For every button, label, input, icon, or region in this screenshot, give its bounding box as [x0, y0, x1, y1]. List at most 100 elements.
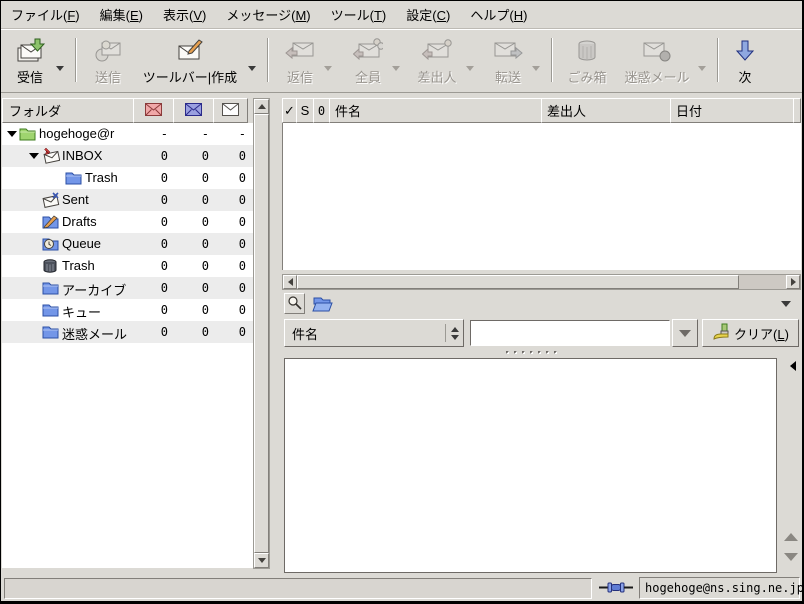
folder-row-inbox-trash[interactable]: Trash 0 0 0 [2, 167, 253, 189]
folder-row-queue2[interactable]: キュー 0 0 0 [2, 299, 253, 321]
date-column-header[interactable]: 日付 [670, 98, 794, 123]
compose-label: ツールバー|作成 [142, 70, 238, 85]
folder-column-header[interactable]: フォルダ [2, 98, 134, 123]
reply-button[interactable]: 返信 [279, 30, 321, 92]
new-count: 0 [160, 149, 168, 163]
next-button[interactable]: 次 [729, 30, 761, 92]
from-column-header[interactable]: 差出人 [541, 98, 671, 123]
receive-button[interactable]: 受信 [7, 30, 53, 92]
scrollbar-thumb[interactable] [254, 114, 269, 553]
folder-row-inbox[interactable]: INBOX 0 0 0 [2, 145, 253, 167]
new-count: 0 [160, 237, 168, 251]
reply-dropdown-arrow[interactable] [321, 30, 335, 92]
menu-message[interactable]: メッセージ(M) [216, 1, 320, 28]
search-field-value: 件名 [292, 326, 319, 342]
message-list-hscrollbar[interactable] [282, 274, 801, 290]
folder-row-sent[interactable]: Sent 0 0 0 [2, 189, 253, 211]
reply-label: 返信 [286, 70, 313, 85]
menu-tools[interactable]: ツール(T) [321, 1, 397, 28]
folder-row-archive[interactable]: アーカイブ 0 0 0 [2, 277, 253, 299]
menu-configuration[interactable]: 設定(C) [396, 1, 460, 28]
send-mail-icon [94, 37, 122, 65]
junk-dropdown-arrow[interactable] [695, 30, 709, 92]
menu-file[interactable]: ファイル(F) [1, 1, 90, 28]
total-envelope-icon [222, 102, 239, 119]
compose-dropdown-arrow[interactable] [245, 30, 259, 92]
message-view[interactable] [284, 358, 777, 573]
search-button[interactable] [284, 293, 305, 314]
reply-sender-dropdown-arrow[interactable] [463, 30, 477, 92]
compose-button[interactable]: ツールバー|作成 [135, 30, 245, 92]
clear-button[interactable]: クリア(L) [702, 319, 799, 347]
new-count: 0 [160, 193, 168, 207]
forward-button[interactable]: 転送 [487, 30, 529, 92]
trash-button[interactable]: ごみ箱 [563, 30, 611, 92]
unread-count: 0 [201, 281, 209, 295]
scroll-up-button[interactable] [254, 99, 269, 114]
total-count: 0 [238, 325, 246, 339]
new-count: 0 [160, 303, 168, 317]
unread-count-column-header[interactable] [173, 98, 214, 123]
menu-edit[interactable]: 編集(E) [90, 1, 153, 28]
folder-row-drafts[interactable]: Drafts 0 0 0 [2, 211, 253, 233]
expander-icon[interactable] [7, 131, 17, 137]
reply-icon [285, 37, 315, 65]
scroll-right-button[interactable] [786, 275, 800, 289]
expander-icon[interactable] [29, 153, 39, 159]
subject-column-header[interactable]: 件名 [329, 98, 542, 123]
next-label: 次 [738, 70, 752, 85]
folder-name: 迷惑メール [62, 327, 128, 342]
folder-icon [42, 280, 59, 298]
total-count: 0 [238, 303, 246, 317]
mimeview-collapse-arrow[interactable] [790, 361, 796, 371]
main-area: フォルダ hogehoge@r - - - INBOX 0 0 0 Trash … [1, 93, 802, 575]
scroll-up-arrow[interactable] [784, 533, 798, 541]
message-view-scroll-strip [779, 358, 801, 573]
folder-row-queue[interactable]: Queue 0 0 0 [2, 233, 253, 255]
scrollbar-thumb[interactable] [297, 275, 739, 289]
online-plug-icon[interactable] [599, 581, 633, 597]
current-account[interactable]: hogehoge@ns.sing.ne.jp [639, 577, 802, 599]
scroll-down-arrow[interactable] [784, 553, 798, 561]
reply-all-dropdown-arrow[interactable] [389, 30, 403, 92]
drafts-folder-icon [42, 214, 59, 232]
folder-row-trash[interactable]: Trash 0 0 0 [2, 255, 253, 277]
junk-button[interactable]: 迷惑メール [619, 30, 695, 92]
folder-row-account[interactable]: hogehoge@r - - - [2, 123, 253, 145]
total-count: 0 [238, 215, 246, 229]
queue-folder-icon [42, 236, 59, 254]
toolbar-separator [551, 38, 553, 82]
junk-mail-icon [642, 37, 672, 65]
combo-spinner-icon [445, 324, 459, 342]
pane-resize-grip[interactable] [506, 351, 566, 357]
message-list[interactable] [282, 123, 801, 270]
menu-view[interactable]: 表示(V) [153, 1, 216, 28]
search-input[interactable] [470, 320, 670, 346]
receive-mail-icon [15, 37, 45, 65]
new-count-column-header[interactable] [133, 98, 174, 123]
folder-row-junk[interactable]: 迷惑メール 0 0 0 [2, 321, 253, 343]
folder-icon [65, 170, 82, 188]
total-count-column-header[interactable] [213, 98, 248, 123]
toolbar-separator [267, 38, 269, 82]
reply-sender-button[interactable]: 差出人 [411, 30, 463, 92]
receive-dropdown-arrow[interactable] [53, 30, 67, 92]
folder-icon [42, 302, 59, 320]
scroll-down-button[interactable] [254, 553, 269, 568]
quick-search-collapse-arrow[interactable] [781, 301, 791, 307]
attachment-column-header[interactable]: 0 [313, 98, 330, 123]
search-history-dropdown[interactable] [672, 319, 698, 347]
forward-dropdown-arrow[interactable] [529, 30, 543, 92]
folder-pane-scrollbar[interactable] [253, 98, 270, 569]
search-field-selector[interactable]: 件名 [284, 319, 464, 347]
scroll-left-button[interactable] [283, 275, 297, 289]
status-column-header[interactable]: S [296, 98, 314, 123]
message-list-header: ✓ S 0 件名 差出人 日付 [282, 98, 801, 123]
send-button[interactable]: 送信 [85, 30, 131, 92]
forward-label: 転送 [494, 70, 521, 85]
search-folder-icon[interactable] [312, 295, 334, 315]
mark-column-header[interactable]: ✓ [282, 98, 297, 123]
reply-all-button[interactable]: 全員 [347, 30, 389, 92]
menu-help[interactable]: ヘルプ(H) [460, 1, 537, 28]
junk-label: 迷惑メール [624, 70, 690, 85]
